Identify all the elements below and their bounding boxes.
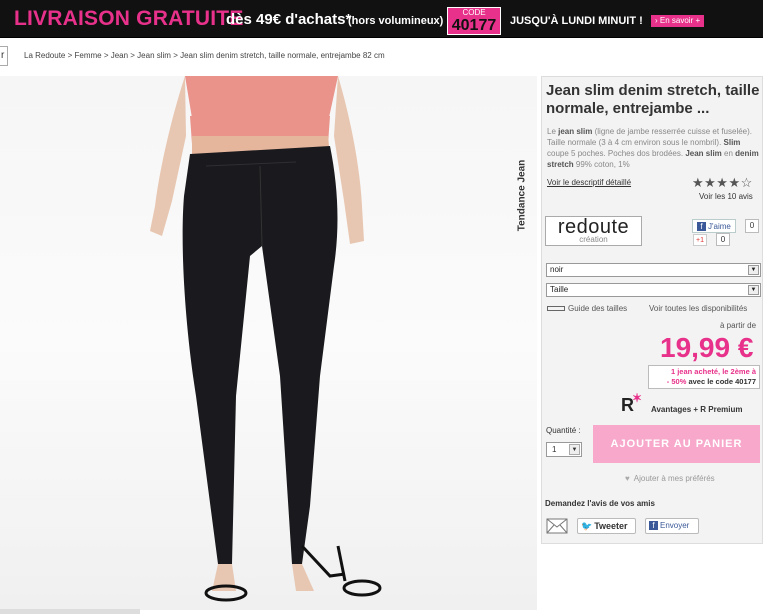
offer-badge: 1 jean acheté, le 2ème à - 50% avec le c… [648, 365, 760, 389]
promo-more-link[interactable]: › En savoir + [651, 15, 705, 27]
favorites-label: Ajouter à mes préférés [633, 474, 715, 483]
desc-t4: en [721, 149, 736, 158]
promo-code-label: CODE [462, 8, 486, 17]
promo-code-box: CODE 40177 [447, 7, 501, 35]
facebook-icon: f [649, 521, 658, 530]
product-description: Le jean slim (ligne de jambe resserrée c… [547, 126, 759, 170]
color-select[interactable]: noir ▼ [546, 263, 761, 277]
promo-banner: LIVRAISON GRATUITE dès 49€ d'achats* (ho… [0, 0, 763, 38]
desc-t5: 99% coton, 1% [573, 160, 630, 169]
quantity-select[interactable]: 1 ▼ [546, 442, 582, 457]
promo-code-value: 40177 [451, 17, 497, 34]
price-from-label: à partir de [720, 321, 757, 330]
tweet-label: Tweeter [594, 521, 628, 531]
promo-deadline: JUSQU'À LUNDI MINUIT ! [510, 15, 643, 27]
facebook-icon: f [697, 222, 706, 231]
facebook-like-button[interactable]: f J'aime [692, 219, 736, 233]
quantity-value: 1 [552, 445, 557, 454]
promo-condition: dès 49€ d'achats* [226, 11, 352, 28]
desc-t1: Le [547, 127, 559, 136]
send-button[interactable]: f Envoyer [645, 518, 699, 534]
vertical-label: Tendance Jean [512, 160, 532, 240]
ruler-icon [547, 306, 565, 312]
twitter-icon: 🐦 [581, 521, 593, 531]
chevron-down-icon: ▼ [748, 265, 759, 275]
tweet-button[interactable]: 🐦 Tweeter [577, 518, 636, 534]
mail-icon[interactable] [546, 518, 568, 534]
ask-friends-label: Demandez l'avis de vos amis [545, 499, 655, 508]
offer-discount: - 50% [666, 377, 687, 386]
quantity-label: Quantité : [546, 426, 581, 435]
gplus-icon[interactable]: +1 [693, 234, 707, 246]
product-title: Jean slim denim stretch, taille normale,… [546, 82, 760, 117]
heart-icon: ♥ [625, 474, 630, 483]
left-nav-button[interactable]: r [0, 46, 8, 66]
product-price: 19,99 € [660, 332, 754, 363]
chevron-down-icon: ▼ [748, 285, 759, 295]
brand-logo-main: redoute [557, 216, 630, 238]
jeans-model-illustration [150, 76, 382, 602]
offer-code: avec le code 40177 [686, 377, 756, 386]
add-to-favorites-link[interactable]: ♥ Ajouter à mes préférés [625, 474, 715, 483]
size-select[interactable]: Taille ▼ [546, 283, 761, 297]
send-label: Envoyer [660, 521, 690, 530]
size-guide-label: Guide des tailles [568, 304, 628, 313]
offer-line2: - 50% avec le code 40177 [652, 377, 756, 387]
color-select-value: noir [550, 265, 564, 274]
facebook-like-label: J'aime [708, 222, 731, 231]
scroll-indicator[interactable] [0, 609, 140, 614]
reviews-link[interactable]: Voir les 10 avis [699, 192, 753, 201]
vertical-label-text: Tendance Jean [516, 159, 528, 232]
promo-note: (hors volumineux) [348, 15, 444, 27]
desc-b3: Jean slim [685, 149, 722, 158]
premium-logo: R ✶ [621, 391, 642, 416]
facebook-like-count: 0 [745, 219, 759, 233]
premium-star-icon: ✶ [632, 391, 643, 405]
promo-headline: LIVRAISON GRATUITE [14, 7, 244, 30]
product-photo[interactable] [0, 76, 537, 610]
chevron-down-icon: ▼ [569, 444, 580, 455]
desc-b1: jean slim [558, 127, 593, 136]
size-select-value: Taille [550, 285, 569, 294]
size-guide-link[interactable]: Guide des tailles [547, 304, 627, 313]
detailed-description-link[interactable]: Voir le descriptif détaillé [547, 178, 631, 187]
desc-t3: coupe 5 poches. Poches dos brodées. [547, 149, 686, 158]
gplus-count: 0 [716, 233, 730, 246]
premium-advantages-link[interactable]: Avantages + R Premium [651, 405, 743, 414]
brand-logo[interactable]: redoute création [545, 216, 642, 246]
star-icon[interactable]: ★★★★☆ [692, 175, 753, 191]
availability-link[interactable]: Voir toutes les disponibilités [649, 304, 747, 313]
add-to-cart-button[interactable]: AJOUTER AU PANIER [593, 425, 760, 463]
desc-b2: Slim [723, 138, 741, 147]
offer-line1: 1 jean acheté, le 2ème à [670, 367, 756, 376]
breadcrumb[interactable]: La Redoute > Femme > Jean > Jean slim > … [24, 51, 385, 60]
